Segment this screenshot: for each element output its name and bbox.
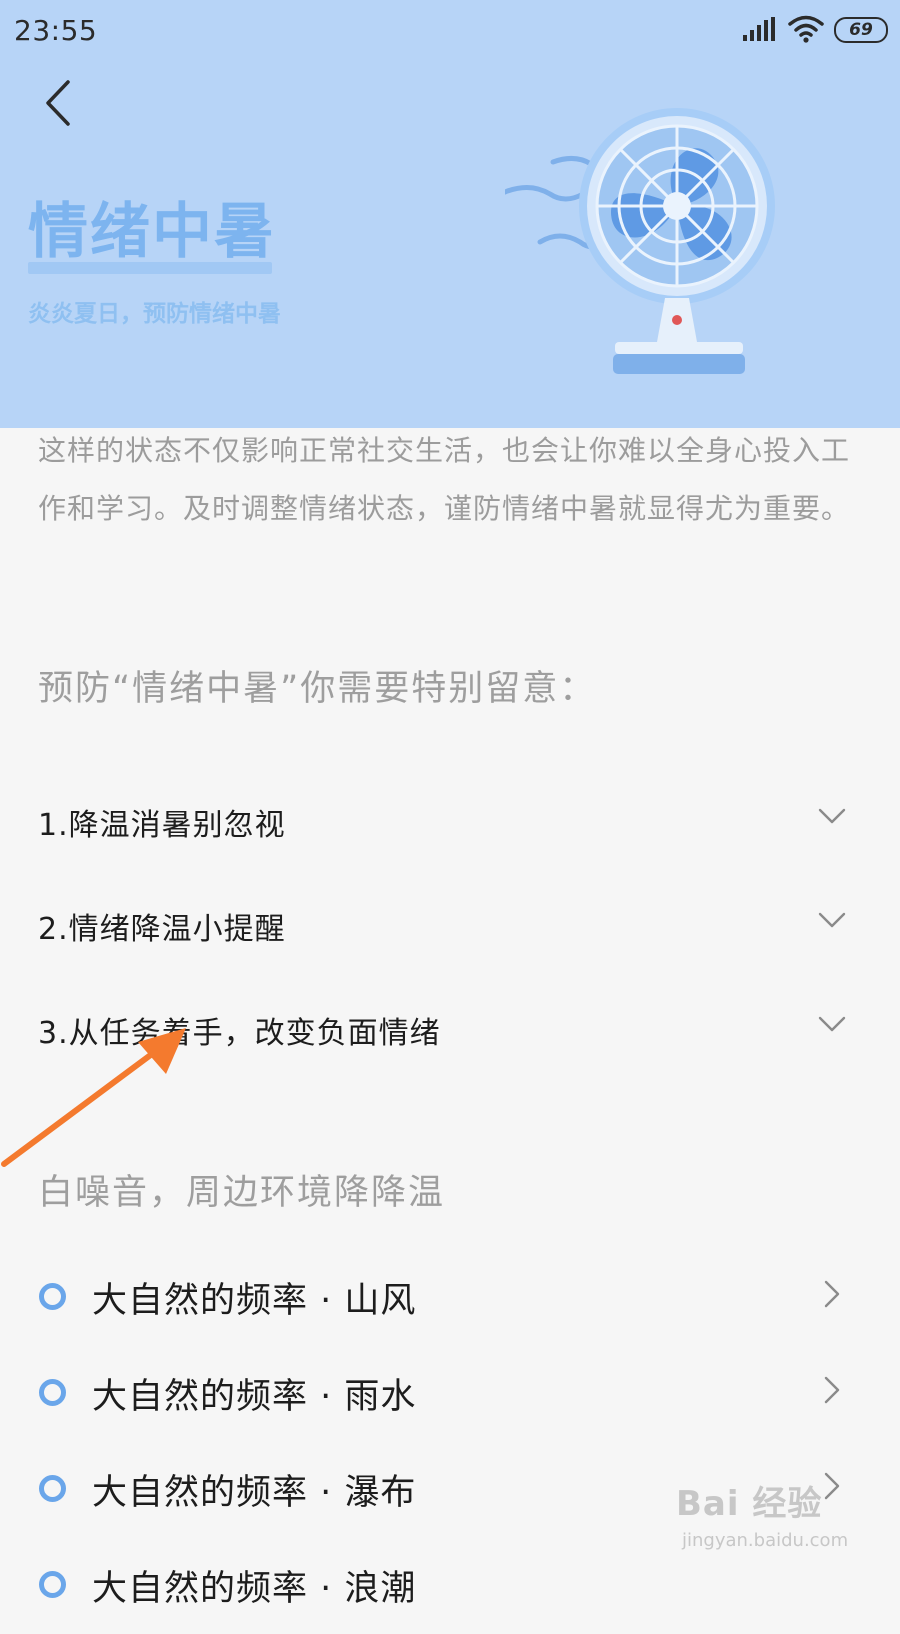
list-item-label: 大自然的频率 · 浪潮: [92, 1569, 417, 1609]
intro-paragraph: 这样的状态不仅影响正常社交生活，也会让你难以全身心投入工作和学习。及时调整情绪状…: [38, 434, 851, 525]
bullet-dot: [39, 1475, 66, 1502]
list-item-rain[interactable]: 大自然的频率 · 雨水: [0, 1346, 900, 1442]
accordion-item-reminder[interactable]: 2.情绪降温小提醒: [0, 878, 900, 968]
bullet-dot: [39, 1571, 66, 1598]
accordion-label: 2.情绪降温小提醒: [38, 912, 286, 947]
signal-icon: [743, 17, 775, 41]
list-item-label: 大自然的频率 · 山风: [92, 1281, 417, 1321]
chevron-down-icon: [818, 912, 846, 928]
back-chevron-icon: [46, 80, 70, 126]
watermark-url: jingyan.baidu.com: [682, 1530, 849, 1551]
bullet-dot: [39, 1283, 66, 1310]
annotation-arrow: [1, 1028, 186, 1167]
tips-heading: 预防“情绪中暑”你需要特别留意：: [38, 669, 597, 709]
wifi-icon: [788, 15, 824, 43]
list-item-label: 大自然的频率 · 瀑布: [92, 1473, 417, 1513]
accordion-item-cooling[interactable]: 1.降温消暑别忽视: [0, 774, 900, 864]
chevron-right-icon: [824, 1280, 840, 1308]
list-item-mountain-wind[interactable]: 大自然的频率 · 山风: [0, 1250, 900, 1346]
battery-icon: 69: [834, 17, 888, 43]
fan-illustration: [505, 108, 775, 374]
page-subtitle: 炎炎夏日，预防情绪中暑: [28, 301, 281, 327]
status-bar: 23:55 69: [0, 0, 900, 60]
watermark-text: Bai 经验: [676, 1484, 823, 1524]
back-button[interactable]: [30, 72, 84, 134]
chevron-down-icon: [818, 808, 846, 824]
list-item-label: 大自然的频率 · 雨水: [92, 1377, 417, 1417]
chevron-right-icon: [824, 1376, 840, 1404]
status-time: 23:55: [14, 14, 98, 47]
page-title: 情绪中暑: [28, 197, 276, 267]
noise-heading: 白噪音，周边环境降降温: [38, 1173, 446, 1213]
header-banner: 23:55 69 情绪中暑 炎炎夏日，预防情绪中暑: [0, 0, 900, 428]
bullet-dot: [39, 1379, 66, 1406]
chevron-down-icon: [818, 1016, 846, 1032]
baidu-jingyan-watermark: Bai 经验 jingyan.baidu.com: [676, 1468, 886, 1578]
title-underline: [28, 262, 272, 274]
accordion-label: 1.降温消暑别忽视: [38, 808, 286, 843]
